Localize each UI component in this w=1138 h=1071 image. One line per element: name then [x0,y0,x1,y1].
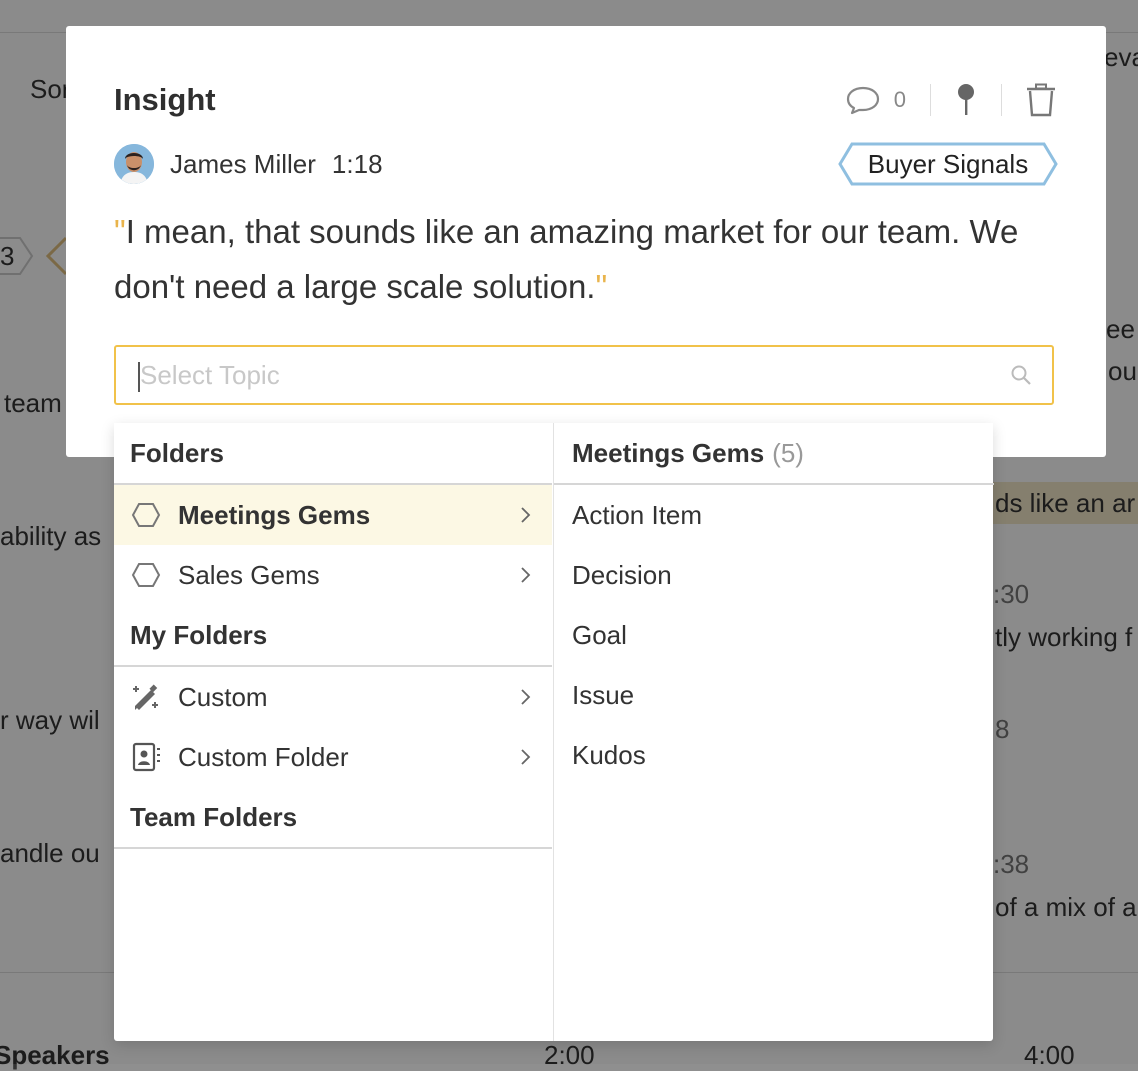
magic-pencil-icon [130,681,162,713]
comment-button[interactable]: 0 [846,85,906,115]
tag-label: Buyer Signals [867,148,1029,179]
quote-text: I mean, that sounds like an amazing mark… [114,213,1019,305]
buyer-signals-tag[interactable]: Buyer Signals [838,142,1058,186]
topic-item-kudos[interactable]: Kudos [554,725,994,785]
insight-modal: Insight 0 James Miller 1:18 Buyer Signal… [66,26,1106,457]
folder-item-label: Sales Gems [178,559,320,590]
pin-icon [958,84,974,115]
delete-button[interactable] [1026,83,1056,117]
folder-item-label: Custom [178,681,268,712]
chevron-right-icon [521,749,531,765]
chevron-right-icon [521,567,531,583]
folder-column: Folders Meetings Gems Sales Gems My Fold… [114,423,552,1041]
author-name[interactable]: James Miller [170,149,316,180]
action-divider [1001,84,1002,116]
topic-column-heading: Meetings Gems (5) [554,423,994,485]
folder-item-sales-gems[interactable]: Sales Gems [114,545,552,605]
topic-item-decision[interactable]: Decision [554,545,994,605]
hexagon-icon [130,559,162,591]
author-row: James Miller 1:18 [114,144,383,184]
modal-title: Insight [114,82,216,117]
pin-button[interactable] [955,83,977,117]
hexagon-icon [130,499,162,531]
topic-search-field[interactable] [114,345,1054,405]
topic-item-goal[interactable]: Goal [554,605,994,665]
topic-dropdown: Folders Meetings Gems Sales Gems My Fold… [114,423,994,1041]
folder-item-meetings-gems[interactable]: Meetings Gems [114,485,552,545]
search-icon [1011,365,1031,385]
chevron-right-icon [521,689,531,705]
topic-count: (5) [772,437,804,468]
topic-search-input[interactable] [140,347,1000,403]
topic-item-action-item[interactable]: Action Item [554,485,994,545]
folders-heading: Folders [114,423,552,485]
folder-item-custom-folder[interactable]: Custom Folder [114,727,552,787]
team-folders-heading: Team Folders [114,787,552,849]
trash-icon [1027,83,1055,117]
chevron-right-icon [521,507,531,523]
quote-close-mark: " [595,268,608,305]
modal-actions: 0 [846,82,1056,118]
my-folders-heading: My Folders [114,605,552,667]
avatar [114,144,154,184]
contact-card-icon [130,741,162,773]
quote-open-mark: " [114,213,126,250]
folder-item-label: Custom Folder [178,741,349,772]
insight-quote: "I mean, that sounds like an amazing mar… [114,204,1074,314]
topic-column: Meetings Gems (5) Action Item Decision G… [553,423,994,1041]
folder-item-label: Meetings Gems [178,499,371,530]
comment-icon [846,86,879,115]
action-divider [930,84,931,116]
topic-column-title: Meetings Gems [572,437,765,468]
folder-item-custom[interactable]: Custom [114,667,552,727]
timestamp[interactable]: 1:18 [332,149,383,180]
comment-count: 0 [893,87,906,112]
avatar-image [114,144,154,184]
topic-item-issue[interactable]: Issue [554,665,994,725]
